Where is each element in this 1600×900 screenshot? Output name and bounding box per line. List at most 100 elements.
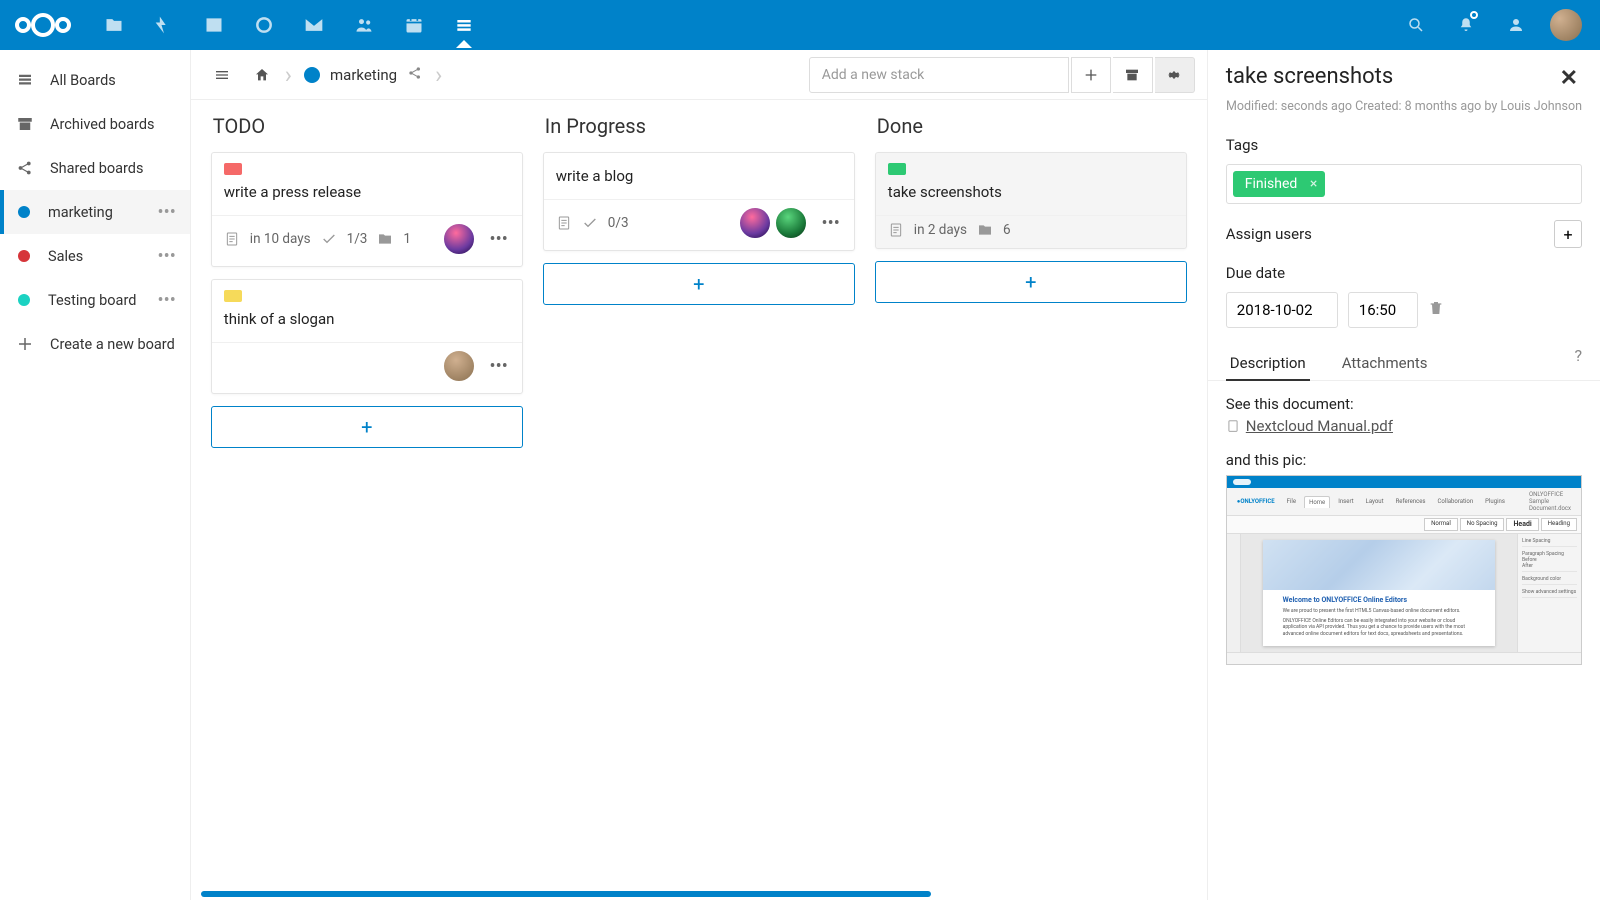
contacts-icon[interactable]: [342, 3, 386, 47]
panel-tabs: Description Attachments ?: [1208, 336, 1600, 381]
stack-icon: [14, 69, 36, 91]
board-color-dot: [18, 294, 30, 306]
archive-button[interactable]: [1113, 57, 1153, 93]
sidebar: All Boards Archived boards Shared boards…: [0, 50, 191, 900]
tag-chip[interactable]: Finished ×: [1233, 171, 1326, 197]
more-icon[interactable]: •••: [158, 246, 176, 267]
card-title: write a blog: [544, 153, 854, 195]
close-icon[interactable]: ✕: [1556, 64, 1582, 93]
search-icon[interactable]: [1394, 3, 1438, 47]
column-done: Done take screenshots in 2 days 6 +: [865, 114, 1197, 886]
board-color-dot: [18, 206, 30, 218]
description-body[interactable]: See this document: Nextcloud Manual.pdf …: [1208, 381, 1600, 679]
user-avatar[interactable]: [1544, 3, 1588, 47]
card-due: in 10 days: [250, 231, 311, 247]
card[interactable]: take screenshots in 2 days 6: [875, 152, 1187, 249]
remove-tag-icon[interactable]: ×: [1310, 176, 1317, 192]
sidebar-create-board[interactable]: Create a new board: [0, 322, 190, 366]
image-preview[interactable]: ●ONLYOFFICEFileHomeInsertLayoutReference…: [1226, 475, 1582, 665]
due-date-input[interactable]: [1226, 292, 1338, 328]
add-stack-button[interactable]: [1071, 57, 1111, 93]
card[interactable]: write a blog 0/3 •••: [543, 152, 855, 251]
sidebar-board-testing[interactable]: Testing board •••: [0, 278, 190, 322]
tags-input[interactable]: Finished ×: [1226, 164, 1582, 204]
assignee-avatar[interactable]: [442, 349, 476, 383]
activity-icon[interactable]: [142, 3, 186, 47]
card-footer: •••: [212, 342, 522, 393]
tab-attachments[interactable]: Attachments: [1338, 346, 1432, 380]
assignee-avatar[interactable]: [738, 206, 772, 240]
assignee-avatar[interactable]: [442, 222, 476, 256]
column-title[interactable]: Done: [875, 114, 1187, 138]
column-title[interactable]: TODO: [211, 114, 523, 138]
column-todo: TODO write a press release in 10 days 1/…: [201, 114, 533, 886]
tag-chip-label: Finished: [1245, 176, 1298, 192]
board-color-dot: [304, 67, 320, 83]
sidebar-label: All Boards: [50, 72, 116, 89]
notifications-icon[interactable]: [1444, 3, 1488, 47]
nextcloud-logo[interactable]: [12, 8, 74, 42]
tasks-icon: [321, 231, 337, 247]
file-name[interactable]: Nextcloud Manual.pdf: [1246, 417, 1393, 435]
archive-icon: [14, 113, 36, 135]
board-color-dot: [18, 250, 30, 262]
card-tag: [224, 163, 242, 175]
gallery-icon[interactable]: [192, 3, 236, 47]
file-link[interactable]: Nextcloud Manual.pdf: [1226, 417, 1582, 435]
sidebar-board-sales[interactable]: Sales •••: [0, 234, 190, 278]
share-icon[interactable]: [407, 65, 423, 85]
card-footer: 0/3 •••: [544, 199, 854, 250]
card[interactable]: think of a slogan •••: [211, 279, 523, 394]
board-columns: TODO write a press release in 10 days 1/…: [191, 100, 1207, 900]
card-tag: [224, 290, 242, 302]
card-more-icon[interactable]: •••: [486, 352, 512, 381]
toggle-nav-icon[interactable]: [203, 56, 241, 94]
breadcrumb-board[interactable]: marketing: [296, 65, 431, 85]
assignee-avatar[interactable]: [774, 206, 808, 240]
due-time-input[interactable]: [1348, 292, 1418, 328]
add-card-button[interactable]: +: [875, 261, 1187, 303]
attach-icon: [977, 222, 993, 238]
card-attach: 6: [1003, 222, 1011, 238]
assign-add-button[interactable]: +: [1554, 220, 1582, 248]
board-header: › marketing ›: [191, 50, 1207, 100]
calendar-icon[interactable]: [392, 3, 436, 47]
card[interactable]: write a press release in 10 days 1/3 1 •…: [211, 152, 523, 267]
deck-icon[interactable]: [442, 3, 486, 47]
tab-description[interactable]: Description: [1226, 346, 1310, 380]
mail-icon[interactable]: [292, 3, 336, 47]
contacts-menu-icon[interactable]: [1494, 3, 1538, 47]
desc-line: See this document:: [1226, 395, 1582, 413]
card-details-panel: take screenshots ✕ Modified: seconds ago…: [1207, 50, 1600, 900]
card-tag: [888, 163, 906, 175]
add-card-button[interactable]: +: [211, 406, 523, 448]
due-label: Due date: [1226, 264, 1582, 282]
sidebar-all-boards[interactable]: All Boards: [0, 58, 190, 102]
card-title: write a press release: [212, 175, 522, 211]
card-more-icon[interactable]: •••: [486, 225, 512, 254]
files-icon[interactable]: [92, 3, 136, 47]
home-icon[interactable]: [243, 56, 281, 94]
more-icon[interactable]: •••: [158, 290, 176, 311]
breadcrumb-sep: ›: [435, 61, 442, 89]
more-icon[interactable]: •••: [158, 202, 176, 223]
add-stack-input[interactable]: [809, 57, 1069, 93]
description-icon: [888, 222, 904, 238]
trash-icon[interactable]: [1428, 300, 1444, 320]
breadcrumb-sep: ›: [285, 61, 292, 89]
add-card-button[interactable]: +: [543, 263, 855, 305]
plus-icon: [14, 333, 36, 355]
sidebar-board-marketing[interactable]: marketing •••: [0, 190, 190, 234]
settings-button[interactable]: [1155, 57, 1195, 93]
help-icon[interactable]: ?: [1574, 346, 1582, 380]
sidebar-archived[interactable]: Archived boards: [0, 102, 190, 146]
horizontal-scrollbar[interactable]: [201, 891, 1197, 897]
sidebar-shared[interactable]: Shared boards: [0, 146, 190, 190]
preview-para: ONLYOFFICE Online Editors can be easily …: [1283, 618, 1476, 638]
card-more-icon[interactable]: •••: [818, 209, 844, 238]
panel-title[interactable]: take screenshots: [1226, 64, 1556, 89]
panel-meta: Modified: seconds ago Created: 8 months …: [1208, 99, 1600, 128]
description-icon: [224, 231, 240, 247]
circles-icon[interactable]: [242, 3, 286, 47]
column-title[interactable]: In Progress: [543, 114, 855, 138]
